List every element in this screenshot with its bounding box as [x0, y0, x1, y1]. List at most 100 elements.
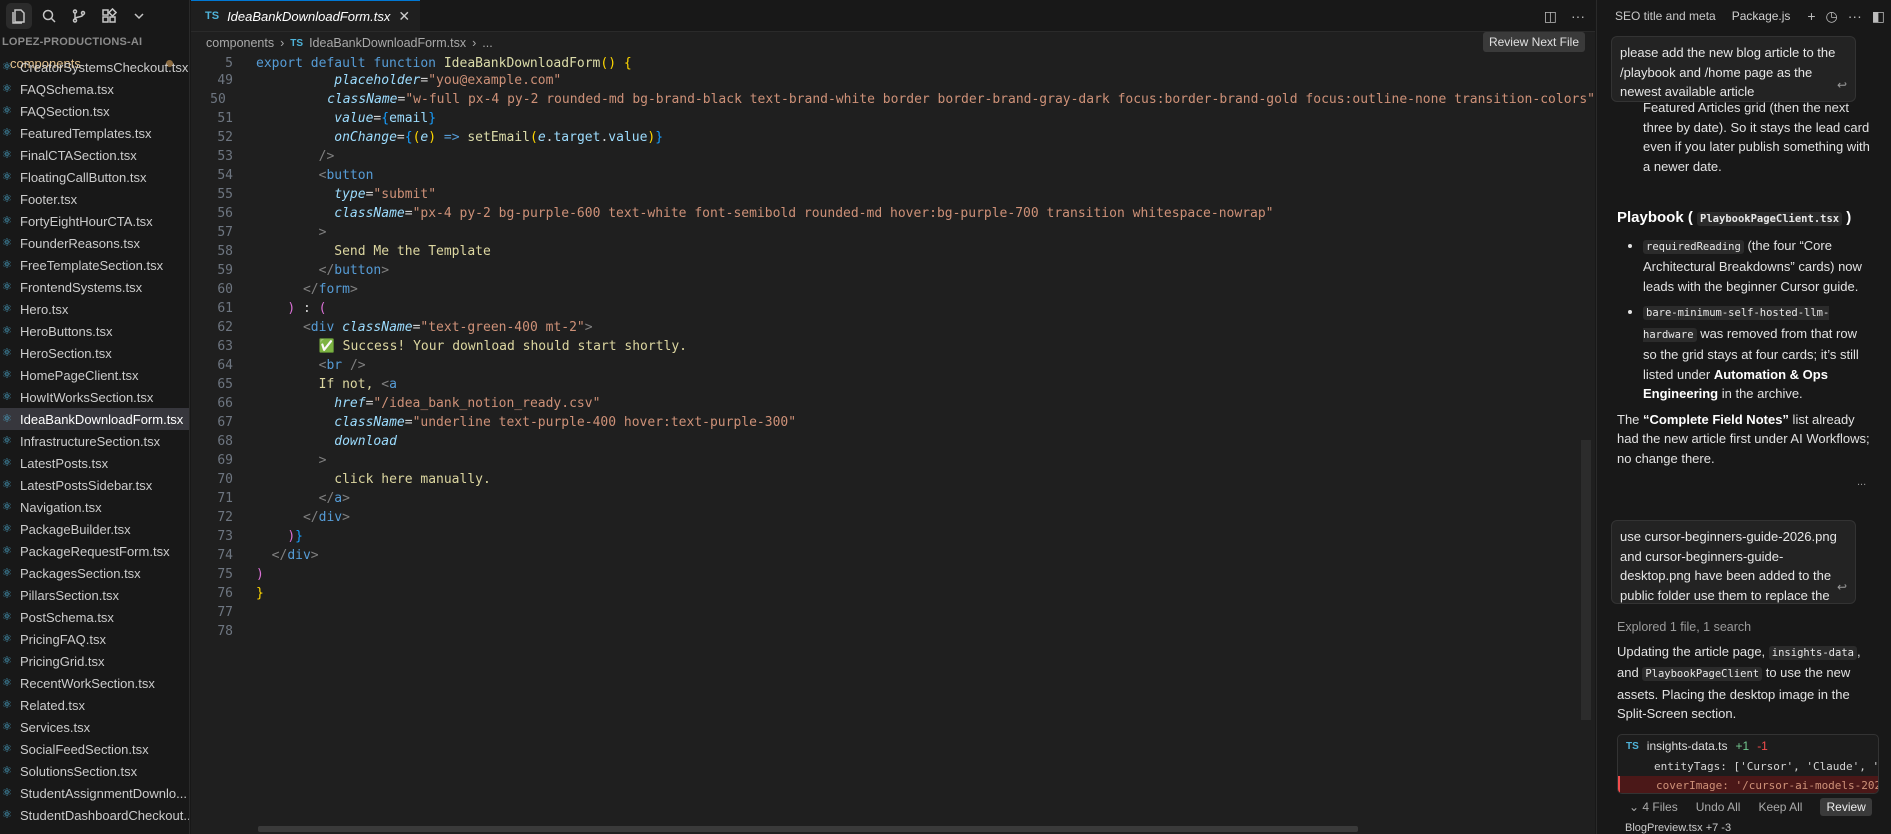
keep-all-button[interactable]: Keep All — [1758, 800, 1802, 814]
breadcrumb-file[interactable]: IdeaBankDownloadForm.tsx — [309, 36, 466, 50]
file-item[interactable]: ⚛ LatestPostsSidebar.tsx — [0, 474, 189, 496]
file-label: Related.tsx — [20, 697, 86, 713]
tab-seo-title[interactable]: SEO title and meta — [1615, 9, 1716, 23]
breadcrumb-folder[interactable]: components — [206, 36, 274, 50]
file-label: Hero.tsx — [20, 301, 69, 317]
file-item[interactable]: ⚛ HeroButtons.tsx — [0, 320, 189, 342]
heading-close: ) — [1846, 209, 1852, 226]
more-options-icon[interactable]: ... — [1857, 476, 1866, 488]
file-label: RecentWorkSection.tsx — [20, 675, 155, 691]
file-item[interactable]: ⚛ SocialFeedSection.tsx — [0, 738, 189, 760]
sticky-scroll-line[interactable]: 5 export default function IdeaBankDownloa… — [191, 55, 1595, 71]
more-icon[interactable]: ··· — [1848, 8, 1862, 24]
file-label: LatestPostsSidebar.tsx — [20, 477, 153, 493]
editor-actions: ◫ ··· — [1544, 0, 1585, 32]
partial-text: Featured Articles grid (then the next th… — [1643, 100, 1870, 174]
file-item[interactable]: ⚛ SolutionsSection.tsx — [0, 760, 189, 782]
more-actions-icon[interactable]: ··· — [1571, 8, 1585, 24]
code-editor[interactable]: 5 export default function IdeaBankDownloa… — [191, 55, 1595, 812]
code-line: 77 — [217, 605, 233, 620]
diff-deletions: -1 — [1757, 739, 1768, 753]
file-item[interactable]: ⚛ FinalCTASection.tsx — [0, 144, 189, 166]
extensions-icon[interactable] — [96, 3, 122, 29]
search-icon[interactable] — [36, 3, 62, 29]
file-item[interactable]: ⚛ HeroSection.tsx — [0, 342, 189, 364]
file-item[interactable]: ⚛ FounderReasons.tsx — [0, 232, 189, 254]
line-number: 5 — [225, 55, 233, 71]
code-line: 64 <br /> — [217, 358, 366, 373]
file-item[interactable]: ⚛ PackagesSection.tsx — [0, 562, 189, 584]
file-label: FAQSection.tsx — [20, 103, 110, 119]
diff-header[interactable]: TS insights-data.ts +1 -1 — [1618, 735, 1878, 757]
ai-response: Explored 1 file, 1 search Updating the a… — [1617, 618, 1872, 724]
undo-all-button[interactable]: Undo All — [1696, 800, 1741, 814]
review-button[interactable]: Review — [1820, 798, 1872, 816]
code-line: 63 ✅ Success! Your download should start… — [217, 339, 688, 354]
react-file-icon: ⚛ — [2, 391, 12, 403]
files-count[interactable]: ⌄ 4 Files — [1629, 800, 1678, 814]
file-item[interactable]: ⚛ IdeaBankDownloadForm.tsx — [0, 408, 189, 430]
files-icon[interactable] — [6, 3, 32, 29]
file-item[interactable]: ⚛ Footer.tsx — [0, 188, 189, 210]
breadcrumb-symbol[interactable]: ... — [482, 36, 492, 50]
restore-icon[interactable]: ↩ — [1837, 578, 1847, 598]
file-item[interactable]: ⚛ HowItWorksSection.tsx — [0, 386, 189, 408]
react-file-icon: ⚛ — [2, 171, 12, 183]
explored-status[interactable]: Explored 1 file, 1 search — [1617, 618, 1872, 638]
react-file-icon: ⚛ — [2, 523, 12, 535]
user-message[interactable]: please add the new blog article to the /… — [1611, 36, 1856, 102]
chevron-down-icon[interactable] — [126, 3, 152, 29]
react-file-icon: ⚛ — [2, 633, 12, 645]
file-item[interactable]: ⚛ InfrastructureSection.tsx — [0, 430, 189, 452]
typescript-icon: TS — [1626, 740, 1639, 752]
vertical-scrollbar[interactable] — [1581, 440, 1591, 720]
history-icon[interactable]: ◷ — [1826, 8, 1838, 25]
file-item[interactable]: ⚛ FortyEightHourCTA.tsx — [0, 210, 189, 232]
diff-preview[interactable]: TS insights-data.ts +1 -1 entityTags: ['… — [1617, 734, 1879, 794]
file-item[interactable]: ⚛ Navigation.tsx — [0, 496, 189, 518]
file-item[interactable]: ⚛ FreeTemplateSection.tsx — [0, 254, 189, 276]
file-item[interactable]: ⚛ FAQSchema.tsx — [0, 78, 189, 100]
tab-idea-bank-download-form[interactable]: TS IdeaBankDownloadForm.tsx ✕ — [191, 0, 421, 31]
file-item[interactable]: ⚛ RecentWorkSection.tsx — [0, 672, 189, 694]
code-line: 49 placeholder="you@example.com" — [217, 73, 562, 88]
file-item[interactable]: ⚛ PillarsSection.tsx — [0, 584, 189, 606]
review-next-file-button[interactable]: Review Next File — [1482, 32, 1585, 52]
code-line: 72 </div> — [217, 510, 350, 525]
plus-icon[interactable]: + — [1807, 8, 1815, 24]
file-item[interactable]: ⚛ HomePageClient.tsx — [0, 364, 189, 386]
file-item[interactable]: ⚛ StudentDashboardCheckout... — [0, 804, 189, 826]
source-control-icon[interactable] — [66, 3, 92, 29]
file-item[interactable]: ⚛ PackageBuilder.tsx — [0, 518, 189, 540]
file-item[interactable]: ⚛ StudentAssignmentDownlo... — [0, 782, 189, 804]
file-item[interactable]: ⚛ PricingFAQ.tsx — [0, 628, 189, 650]
file-item[interactable]: ⚛ LatestPosts.tsx — [0, 452, 189, 474]
file-item[interactable]: ⚛ FAQSection.tsx — [0, 100, 189, 122]
explorer-sidebar: LOPEZ-PRODUCTIONS-AI components ⚛ Creator… — [0, 0, 190, 834]
react-file-icon: ⚛ — [2, 677, 12, 689]
tab-package[interactable]: Package.js — [1732, 9, 1791, 23]
file-item[interactable]: ⚛ FloatingCallButton.tsx — [0, 166, 189, 188]
toggle-panel-icon[interactable]: ◧ — [1872, 8, 1885, 25]
react-file-icon: ⚛ — [2, 303, 12, 315]
file-item[interactable]: ⚛ PricingGrid.tsx — [0, 650, 189, 672]
file-item[interactable]: ⚛ Related.tsx — [0, 694, 189, 716]
changed-file-item[interactable]: BlogPreview.tsx +7 -3 — [1625, 822, 1731, 834]
file-item[interactable]: ⚛ Services.tsx — [0, 716, 189, 738]
file-item[interactable]: ⚛ PostSchema.tsx — [0, 606, 189, 628]
file-item[interactable]: ⚛ CreatorSystemsCheckout.tsx — [0, 56, 189, 78]
file-item[interactable]: ⚛ FeaturedTemplates.tsx — [0, 122, 189, 144]
react-file-icon: ⚛ — [2, 369, 12, 381]
code-line: 78 — [217, 624, 233, 639]
file-label: PackagesSection.tsx — [20, 565, 141, 581]
split-editor-icon[interactable]: ◫ — [1544, 8, 1557, 25]
close-icon[interactable]: ✕ — [398, 8, 410, 25]
user-message[interactable]: use cursor-beginners-guide-2026.png and … — [1611, 520, 1856, 604]
restore-icon[interactable]: ↩ — [1837, 76, 1847, 96]
file-item[interactable]: ⚛ FrontendSystems.tsx — [0, 276, 189, 298]
list-text: in the archive. — [1718, 386, 1803, 401]
file-item[interactable]: ⚛ PackageRequestForm.tsx — [0, 540, 189, 562]
file-item[interactable]: ⚛ Hero.tsx — [0, 298, 189, 320]
react-file-icon: ⚛ — [2, 149, 12, 161]
horizontal-scrollbar[interactable] — [258, 826, 1358, 832]
